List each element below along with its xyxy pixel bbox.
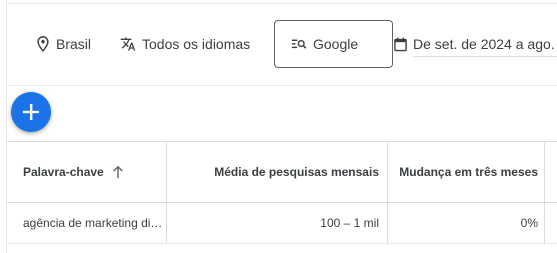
header-avg-searches[interactable]: Média de pesquisas mensais <box>166 142 387 202</box>
cell-next-column <box>544 203 557 243</box>
sort-ascending-icon[interactable] <box>112 165 124 179</box>
location-filter[interactable]: Brasil <box>36 32 91 56</box>
date-range-filter[interactable]: De set. de 2024 a ago. de <box>394 32 557 56</box>
avg-searches-value: 100 – 1 mil <box>320 216 379 230</box>
search-network-icon <box>291 37 307 51</box>
language-filter[interactable]: Todos os idiomas <box>120 32 250 56</box>
location-label: Brasil <box>56 36 92 52</box>
table-header-row: Palavra-chave Média de pesquisas mensais… <box>6 141 557 202</box>
table-row[interactable]: agência de marketing digital 100 – 1 mil… <box>6 202 557 244</box>
language-label: Todos os idiomas <box>142 36 251 52</box>
cell-avg-searches: 100 – 1 mil <box>166 203 387 243</box>
header-avg-searches-label: Média de pesquisas mensais <box>214 165 379 179</box>
cell-three-month-change: 0% <box>387 203 544 243</box>
keyword-text: agência de marketing digital <box>23 216 163 230</box>
header-keyword-label: Palavra-chave <box>23 165 104 179</box>
filter-bar: Brasil Todos os idiomas Google De set. d… <box>0 0 557 86</box>
header-keyword[interactable]: Palavra-chave <box>6 142 166 202</box>
header-next-column <box>544 142 557 202</box>
plus-icon <box>22 103 40 121</box>
header-three-month-change-label: Mudança em três meses <box>399 165 538 179</box>
header-three-month-change[interactable]: Mudança em três meses <box>387 142 544 202</box>
cell-keyword: agência de marketing digital <box>6 203 166 243</box>
date-range-label: De set. de 2024 a ago. de <box>413 36 557 52</box>
keyword-table: Palavra-chave Média de pesquisas mensais… <box>6 141 557 244</box>
date-range-underline <box>413 56 557 57</box>
network-filter[interactable]: Google <box>274 20 393 68</box>
section-divider <box>6 85 557 86</box>
location-pin-icon <box>36 36 50 52</box>
three-month-change-value: 0% <box>520 216 538 230</box>
network-label: Google <box>313 36 359 52</box>
translate-icon <box>120 36 136 52</box>
add-keyword-button[interactable] <box>11 92 51 132</box>
calendar-icon <box>394 37 407 52</box>
